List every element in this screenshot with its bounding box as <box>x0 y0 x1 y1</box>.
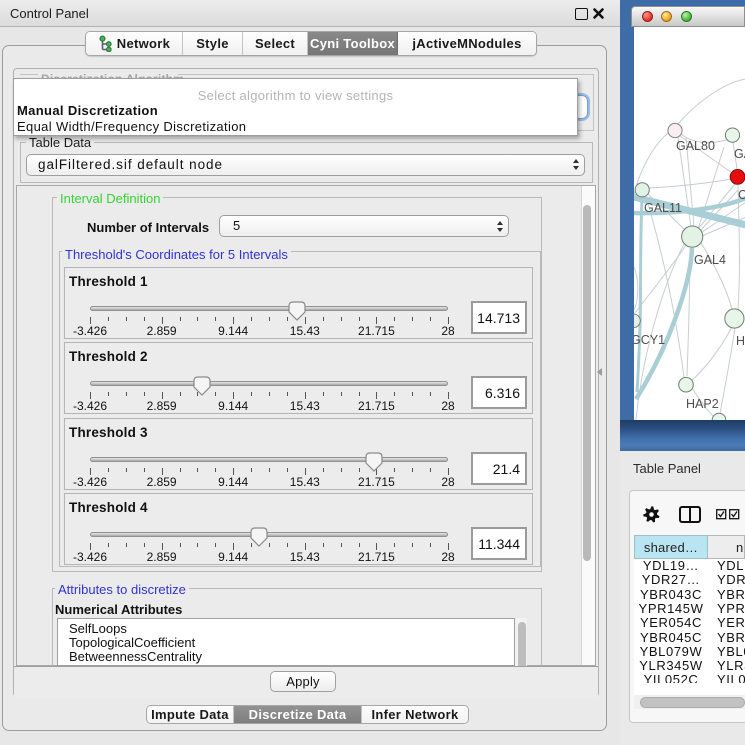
svg-text:GAL80: GAL80 <box>676 139 715 153</box>
svg-text:GAL11: GAL11 <box>644 201 682 215</box>
svg-text:C: C <box>738 188 745 202</box>
svg-text:GCY1: GCY1 <box>634 333 665 347</box>
svg-text:GAL4: GAL4 <box>694 253 726 267</box>
svg-text:GA: GA <box>734 147 745 161</box>
svg-text:H: H <box>736 334 745 348</box>
svg-text:HAP2: HAP2 <box>686 397 719 411</box>
